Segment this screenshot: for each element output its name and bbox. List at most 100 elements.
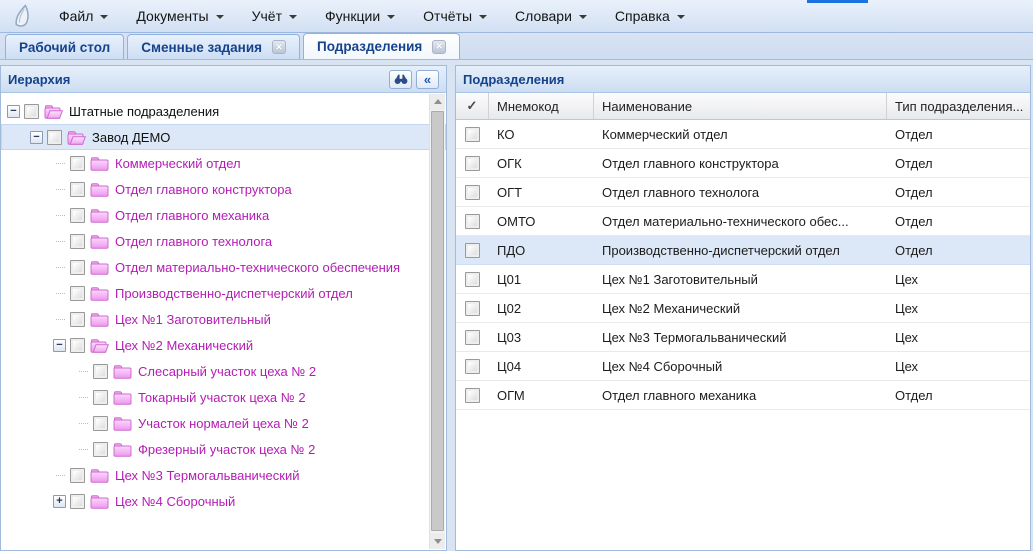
row-checkbox-cell <box>456 265 489 293</box>
row-checkbox[interactable] <box>465 214 480 229</box>
tree-checkbox[interactable] <box>70 494 85 509</box>
table-row[interactable]: Ц01 Цех №1 Заготовительный Цех <box>456 265 1030 294</box>
tree-checkbox[interactable] <box>70 468 85 483</box>
binoculars-icon <box>394 73 408 85</box>
row-checkbox[interactable] <box>465 243 480 258</box>
tree-checkbox[interactable] <box>93 364 108 379</box>
table-row[interactable]: ОГК Отдел главного конструктора Отдел <box>456 149 1030 178</box>
tree-checkbox[interactable] <box>70 208 85 223</box>
collapse-panel-button[interactable]: « <box>416 70 439 89</box>
tree-item-label[interactable]: Фрезерный участок цеха № 2 <box>138 442 315 457</box>
tree-checkbox[interactable] <box>70 260 85 275</box>
row-checkbox[interactable] <box>465 185 480 200</box>
menu-item[interactable]: Функции <box>311 0 409 32</box>
table-row[interactable]: КО Коммерческий отдел Отдел <box>456 120 1030 149</box>
table-row[interactable]: Ц02 Цех №2 Механический Цех <box>456 294 1030 323</box>
tree-item[interactable]: − Завод ДЕМО <box>1 124 446 150</box>
tree-item-label[interactable]: Коммерческий отдел <box>115 156 241 171</box>
close-icon[interactable]: ✕ <box>432 40 446 54</box>
table-row[interactable]: Ц03 Цех №3 Термогальванический Цех <box>456 323 1030 352</box>
tree-scrollbar[interactable] <box>429 94 445 549</box>
scrollbar-down-arrow[interactable] <box>430 533 445 549</box>
scrollbar-up-arrow[interactable] <box>430 94 445 110</box>
tree-item[interactable]: + Цех №4 Сборочный <box>1 488 446 514</box>
row-checkbox[interactable] <box>465 272 480 287</box>
tree-item[interactable]: − Цех №2 Механический <box>1 332 446 358</box>
row-checkbox[interactable] <box>465 359 480 374</box>
menu-item[interactable]: Учёт <box>238 0 311 32</box>
tree-checkbox[interactable] <box>70 234 85 249</box>
tree-item[interactable]: Слесарный участок цеха № 2 <box>1 358 446 384</box>
tab[interactable]: Подразделения ✕ <box>303 33 460 59</box>
menu-item[interactable]: Документы <box>122 0 237 32</box>
tree-item[interactable]: Отдел главного конструктора <box>1 176 446 202</box>
menu-item[interactable]: Словари <box>501 0 601 32</box>
tree-item[interactable]: Участок нормалей цеха № 2 <box>1 410 446 436</box>
tree-item-label[interactable]: Участок нормалей цеха № 2 <box>138 416 309 431</box>
tree-checkbox[interactable] <box>70 312 85 327</box>
row-checkbox[interactable] <box>465 301 480 316</box>
column-header[interactable]: Мнемокод <box>489 93 594 119</box>
tree-checkbox[interactable] <box>93 442 108 457</box>
tree-item-label[interactable]: Отдел главного механика <box>115 208 269 223</box>
row-checkbox[interactable] <box>465 156 480 171</box>
close-icon[interactable]: ✕ <box>272 40 286 54</box>
tree-checkbox[interactable] <box>70 338 85 353</box>
tree-expander[interactable]: − <box>7 105 20 118</box>
cell-mnemocode: Ц04 <box>489 352 594 380</box>
menu-item[interactable]: Отчёты <box>409 0 501 32</box>
tree-checkbox[interactable] <box>93 416 108 431</box>
column-header[interactable]: Наименование <box>594 93 887 119</box>
row-checkbox[interactable] <box>465 127 480 142</box>
tab[interactable]: Сменные задания ✕ <box>127 34 300 59</box>
tree-checkbox[interactable] <box>24 104 39 119</box>
column-header[interactable]: Тип подразделения... <box>887 93 1030 119</box>
tab[interactable]: Рабочий стол <box>5 34 124 59</box>
tree-checkbox[interactable] <box>93 390 108 405</box>
tree-item[interactable]: Производственно-диспетчерский отдел <box>1 280 446 306</box>
tree-item[interactable]: Цех №1 Заготовительный <box>1 306 446 332</box>
table-row[interactable]: ОГМ Отдел главного механика Отдел <box>456 381 1030 410</box>
tree-item-label[interactable]: Цех №4 Сборочный <box>115 494 235 509</box>
tree-item-label[interactable]: Отдел главного технолога <box>115 234 272 249</box>
table-row[interactable]: ОМТО Отдел материально-технического обес… <box>456 207 1030 236</box>
tree-item[interactable]: Коммерческий отдел <box>1 150 446 176</box>
tree-expander[interactable]: − <box>53 339 66 352</box>
tree-item-label[interactable]: Производственно-диспетчерский отдел <box>115 286 353 301</box>
main-menubar: Файл Документы Учёт Функции Отчёты Слова… <box>0 0 1033 33</box>
row-checkbox[interactable] <box>465 388 480 403</box>
tree-item-label[interactable]: Цех №3 Термогальванический <box>115 468 300 483</box>
tree-item[interactable]: Цех №3 Термогальванический <box>1 462 446 488</box>
tree-item-label[interactable]: Слесарный участок цеха № 2 <box>138 364 316 379</box>
tree-item[interactable]: Токарный участок цеха № 2 <box>1 384 446 410</box>
menu-item[interactable]: Файл <box>45 0 122 32</box>
tree-checkbox[interactable] <box>70 156 85 171</box>
scrollbar-thumb[interactable] <box>431 111 444 531</box>
column-header-check[interactable]: ✓ <box>456 93 489 119</box>
folder-closed-icon <box>90 208 109 223</box>
tree-item-label[interactable]: Штатные подразделения <box>69 104 219 119</box>
tree-item-label[interactable]: Токарный участок цеха № 2 <box>138 390 306 405</box>
tree-item-label[interactable]: Цех №1 Заготовительный <box>115 312 271 327</box>
tree-item[interactable]: Отдел материально-технического обеспечен… <box>1 254 446 280</box>
tree-checkbox[interactable] <box>70 286 85 301</box>
tree-item-label[interactable]: Завод ДЕМО <box>92 130 170 145</box>
table-row[interactable]: Ц04 Цех №4 Сборочный Цех <box>456 352 1030 381</box>
tree-item[interactable]: Фрезерный участок цеха № 2 <box>1 436 446 462</box>
tree-expander[interactable]: + <box>53 495 66 508</box>
search-button[interactable] <box>389 70 412 89</box>
tree-checkbox[interactable] <box>47 130 62 145</box>
tree-item-label[interactable]: Отдел главного конструктора <box>115 182 292 197</box>
menu-item[interactable]: Справка <box>601 0 699 32</box>
tree-item-label[interactable]: Отдел материально-технического обеспечен… <box>115 260 400 275</box>
tree-item[interactable]: Отдел главного технолога <box>1 228 446 254</box>
tree-checkbox[interactable] <box>70 182 85 197</box>
cell-type: Цех <box>887 352 1030 380</box>
table-row[interactable]: ОГТ Отдел главного технолога Отдел <box>456 178 1030 207</box>
table-row[interactable]: ПДО Производственно-диспетчерский отдел … <box>456 236 1030 265</box>
tree-item[interactable]: − Штатные подразделения <box>1 98 446 124</box>
tree-expander[interactable]: − <box>30 131 43 144</box>
tree-item-label[interactable]: Цех №2 Механический <box>115 338 253 353</box>
row-checkbox[interactable] <box>465 330 480 345</box>
tree-item[interactable]: Отдел главного механика <box>1 202 446 228</box>
